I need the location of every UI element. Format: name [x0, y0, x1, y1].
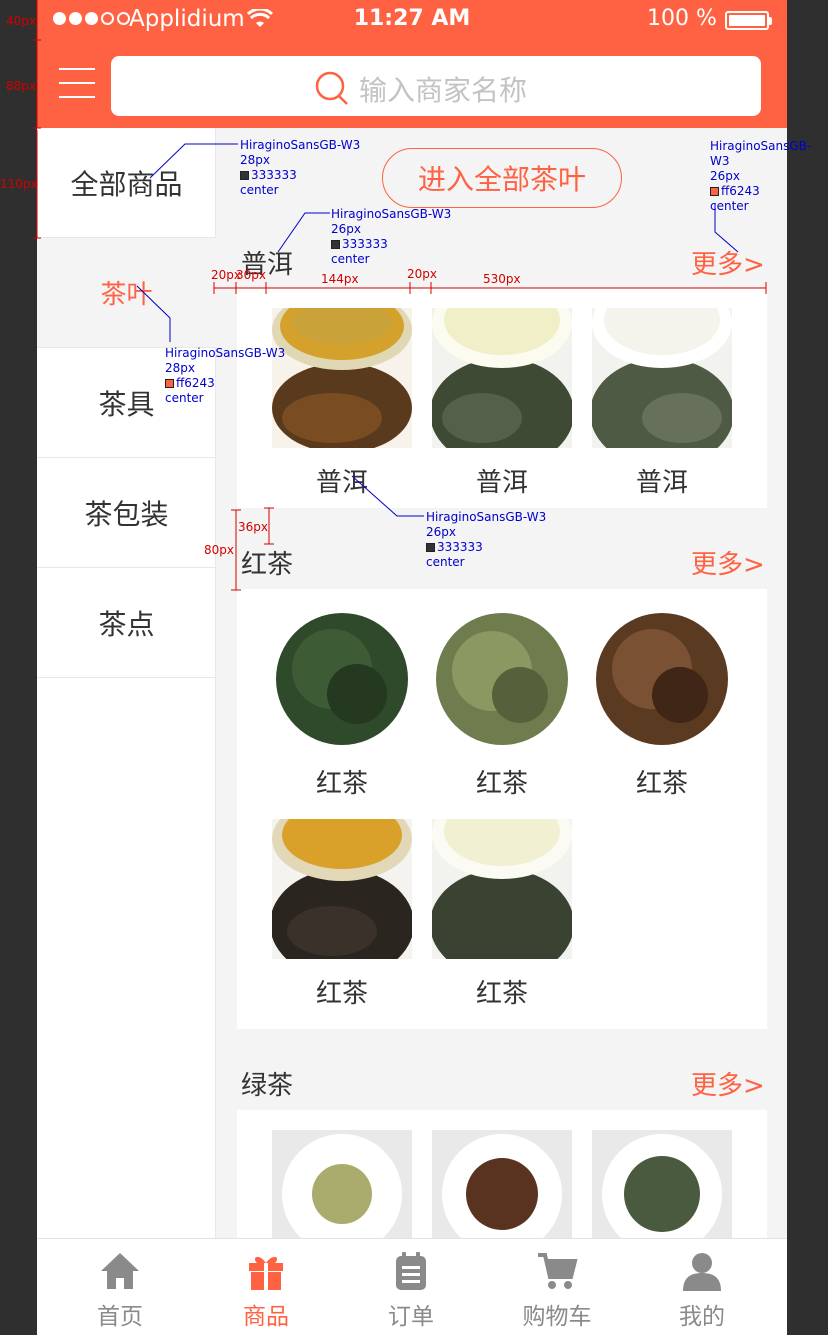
dimension-label: 80px	[204, 543, 234, 557]
dimension-label: 88px	[6, 79, 36, 93]
dimension-label: 144px	[321, 272, 359, 286]
spec-annotation: HiraginoSansGB-W3 28px ff6243 center	[165, 346, 286, 405]
spec-annotation: HiraginoSansGB-W3 28px 333333 center	[240, 138, 361, 197]
dimension-label: 110px	[0, 177, 38, 191]
dimension-label: 530px	[483, 272, 521, 286]
dimension-label: 30px	[236, 268, 266, 282]
dimension-label: 40px	[6, 14, 36, 28]
spec-annotation: HiraginoSansGB-W3 26px 333333 center	[426, 510, 547, 569]
spec-annotation: HiraginoSansGB-W3 26px ff6243 center	[710, 139, 812, 213]
annotation-lines	[33, 0, 767, 591]
dimension-label: 36px	[238, 520, 268, 534]
spec-annotation: HiraginoSansGB-W3 26px 333333 center	[331, 207, 452, 266]
page: Applidium 11:27 AM 100 % 输入商家名称 全部商品 茶叶 …	[0, 0, 828, 1335]
dimension-label: 20px	[407, 267, 437, 281]
